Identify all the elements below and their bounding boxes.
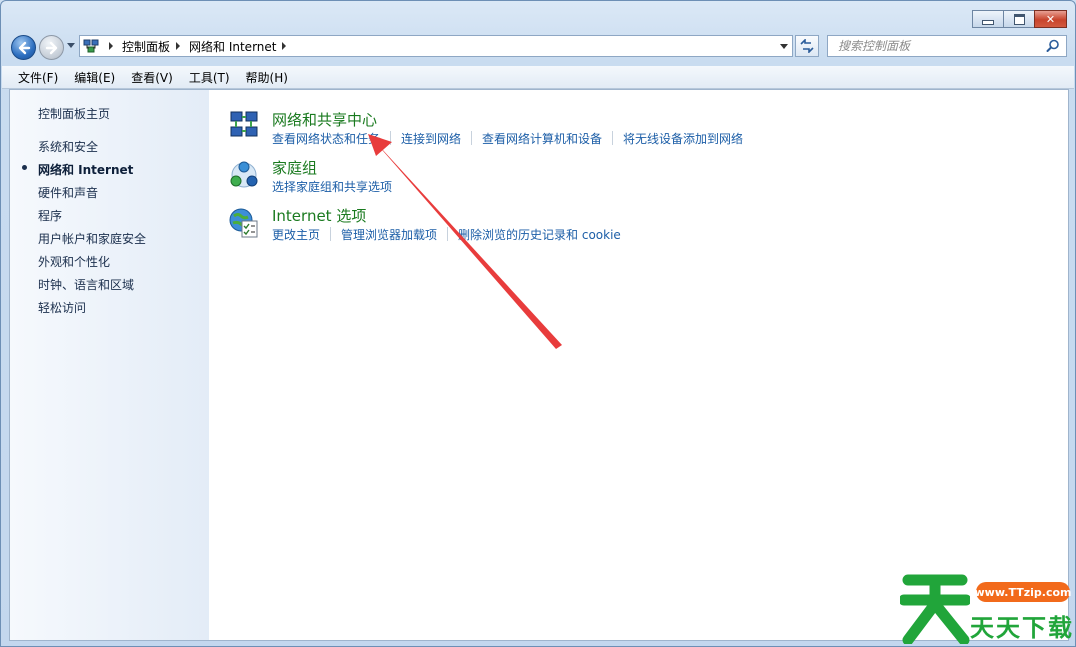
watermark-logo-icon xyxy=(900,574,970,644)
category-links: 查看网络状态和任务 连接到网络 查看网络计算机和设备 将无线设备添加到网络 xyxy=(272,130,743,147)
maximize-button[interactable] xyxy=(1003,10,1035,28)
link-view-network-status[interactable]: 查看网络状态和任务 xyxy=(272,130,380,147)
internet-options-icon xyxy=(229,208,258,238)
breadcrumb-network-internet[interactable]: 网络和 Internet xyxy=(189,38,276,55)
network-sharing-icon xyxy=(230,111,258,137)
menu-help[interactable]: 帮助(H) xyxy=(241,69,293,86)
explorer-window: 控制面板 网络和 Internet 文件(F) 编辑(E) 查看(V) 工具(T… xyxy=(0,0,1076,647)
breadcrumb-separator-icon[interactable] xyxy=(109,42,113,50)
link-separator xyxy=(330,227,332,241)
search-input[interactable] xyxy=(836,38,1040,54)
category-links: 选择家庭组和共享选项 xyxy=(272,178,392,195)
caption-buttons xyxy=(972,10,1067,28)
menu-view[interactable]: 查看(V) xyxy=(126,69,178,86)
address-bar[interactable]: 控制面板 网络和 Internet xyxy=(79,35,793,57)
recent-pages-dropdown[interactable] xyxy=(67,43,75,48)
arrow-right-icon xyxy=(45,41,57,54)
minimize-button[interactable] xyxy=(972,10,1004,28)
current-item-bullet-icon xyxy=(22,165,27,170)
arrow-left-icon xyxy=(18,41,30,54)
back-button[interactable] xyxy=(11,35,36,60)
watermark-text: 天天下载 xyxy=(970,614,1074,642)
watermark-url: www.TTzip.com xyxy=(975,582,1072,602)
watermark: www.TTzip.com 天天下载 xyxy=(900,570,1072,644)
link-connect-to-network[interactable]: 连接到网络 xyxy=(401,130,461,147)
close-button[interactable] xyxy=(1034,10,1067,28)
sidebar-item-home[interactable]: 控制面板主页 xyxy=(38,105,110,122)
homegroup-icon xyxy=(230,161,258,188)
breadcrumb-separator-icon[interactable] xyxy=(282,42,287,50)
link-change-homepage[interactable]: 更改主页 xyxy=(272,226,320,243)
menu-file[interactable]: 文件(F) xyxy=(13,69,63,86)
sidebar-item-programs[interactable]: 程序 xyxy=(38,207,62,224)
search-box[interactable] xyxy=(827,35,1067,57)
link-separator xyxy=(612,131,614,145)
link-add-wireless-device[interactable]: 将无线设备添加到网络 xyxy=(623,130,743,147)
refresh-icon xyxy=(800,39,814,53)
sidebar-item-network-internet[interactable]: 网络和 Internet xyxy=(38,161,133,178)
link-separator xyxy=(390,131,392,145)
link-manage-addons[interactable]: 管理浏览器加载项 xyxy=(341,226,437,243)
category-title-internet-options[interactable]: Internet 选项 xyxy=(272,205,366,226)
breadcrumb-separator-icon[interactable] xyxy=(176,42,181,50)
category-title-network-sharing[interactable]: 网络和共享中心 xyxy=(272,109,377,130)
sidebar-item-ease-of-access[interactable]: 轻松访问 xyxy=(38,299,86,316)
sidebar-item-appearance[interactable]: 外观和个性化 xyxy=(38,253,110,270)
category-title-homegroup[interactable]: 家庭组 xyxy=(272,157,317,178)
menu-edit[interactable]: 编辑(E) xyxy=(69,69,120,86)
breadcrumb-control-panel[interactable]: 控制面板 xyxy=(122,38,170,55)
category-links: 更改主页 管理浏览器加载项 删除浏览的历史记录和 cookie xyxy=(272,226,621,243)
refresh-button[interactable] xyxy=(795,35,819,57)
link-homegroup-sharing-options[interactable]: 选择家庭组和共享选项 xyxy=(272,178,392,195)
search-icon[interactable] xyxy=(1046,39,1060,53)
content-area: 控制面板主页 系统和安全 网络和 Internet 硬件和声音 程序 用户帐户和… xyxy=(9,89,1069,641)
link-view-network-computers[interactable]: 查看网络计算机和设备 xyxy=(482,130,602,147)
forward-button[interactable] xyxy=(39,35,64,60)
control-panel-network-icon xyxy=(83,39,99,53)
link-separator xyxy=(471,131,473,145)
sidebar-item-hardware-sound[interactable]: 硬件和声音 xyxy=(38,184,98,201)
link-separator xyxy=(447,227,449,241)
sidebar-item-user-accounts[interactable]: 用户帐户和家庭安全 xyxy=(38,230,146,247)
menu-bar: 文件(F) 编辑(E) 查看(V) 工具(T) 帮助(H) xyxy=(2,66,1074,89)
sidebar-item-system-security[interactable]: 系统和安全 xyxy=(38,138,98,155)
sidebar: 控制面板主页 系统和安全 网络和 Internet 硬件和声音 程序 用户帐户和… xyxy=(10,90,209,640)
menu-tools[interactable]: 工具(T) xyxy=(184,69,235,86)
sidebar-item-clock-language[interactable]: 时钟、语言和区域 xyxy=(38,276,134,293)
address-history-dropdown[interactable] xyxy=(780,44,788,49)
link-delete-history[interactable]: 删除浏览的历史记录和 cookie xyxy=(458,226,621,243)
